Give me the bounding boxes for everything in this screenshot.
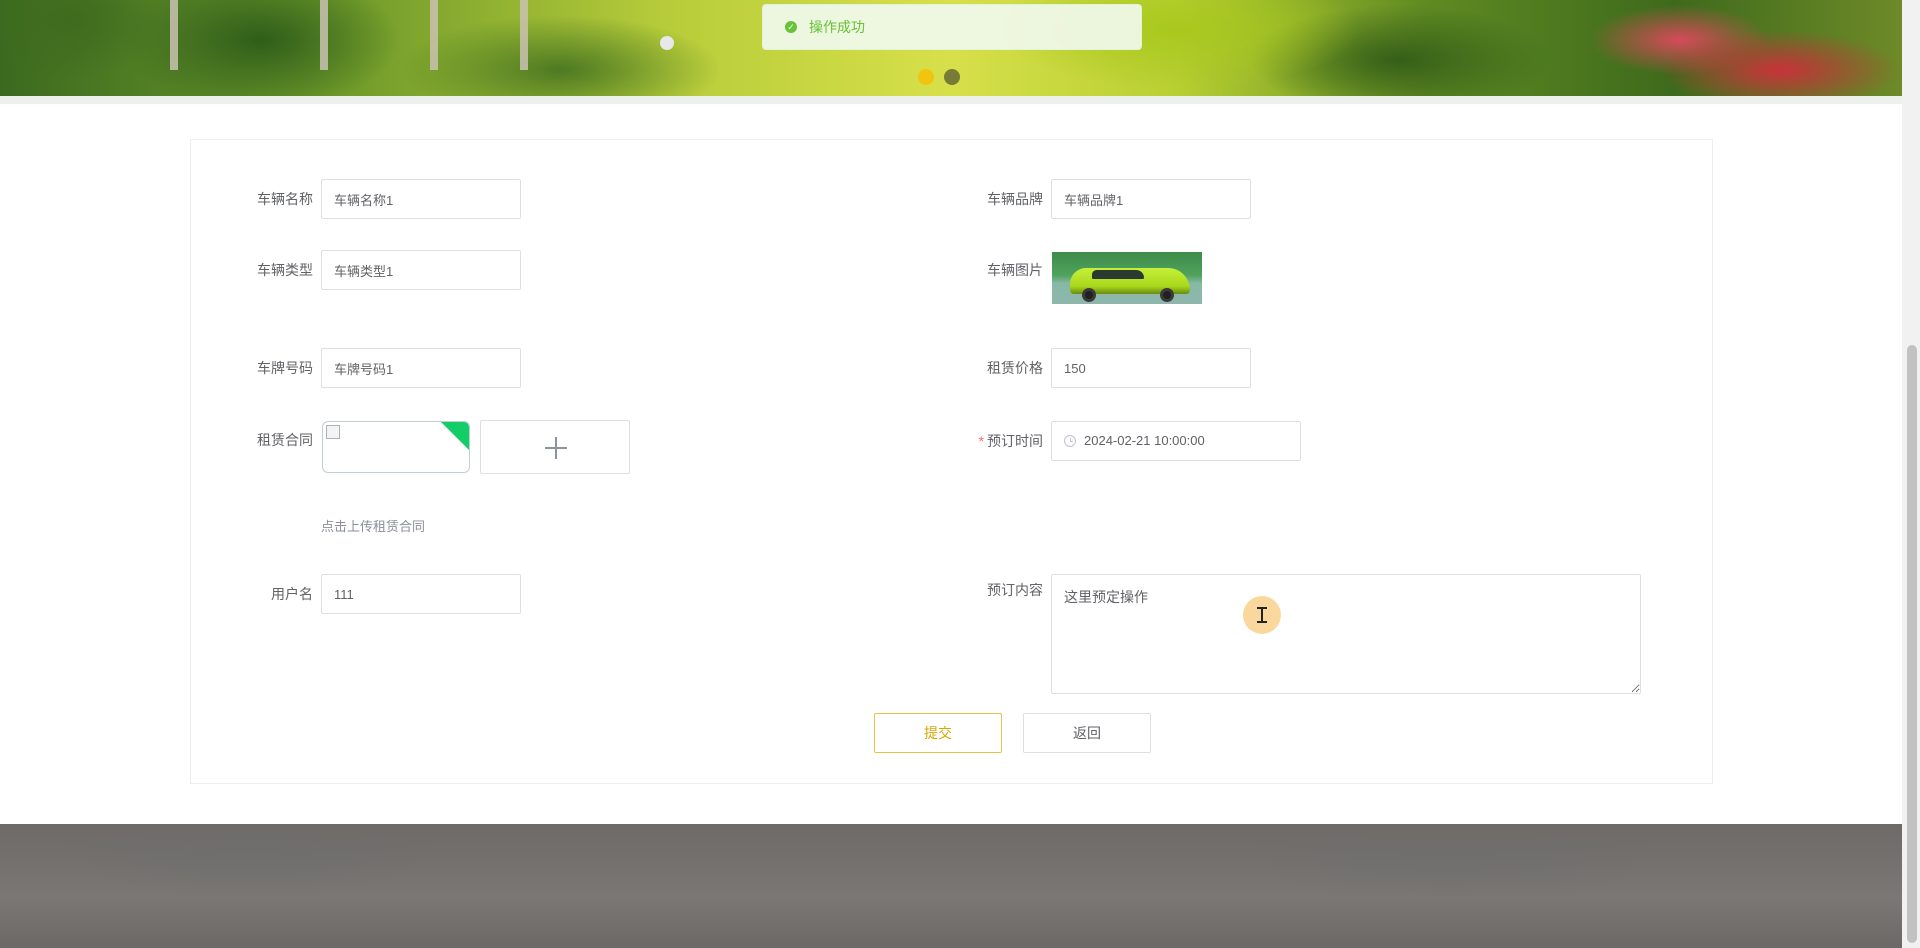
- vehicle-image-label: 车辆图片: [987, 262, 1043, 278]
- plate-number-input[interactable]: [321, 348, 521, 388]
- vehicle-brand-input[interactable]: [1051, 179, 1251, 219]
- plus-icon: [545, 437, 567, 459]
- upload-contract-button[interactable]: [480, 420, 630, 474]
- banner-tree-trunk: [520, 0, 528, 70]
- booking-form: 车辆名称 车辆品牌 车辆类型 车辆图片 车牌号码 租赁价格 租赁合同 *预订时间…: [190, 139, 1713, 784]
- vehicle-name-label: 车辆名称: [257, 191, 313, 207]
- vehicle-name-input[interactable]: [321, 179, 521, 219]
- submit-button[interactable]: 提交: [874, 713, 1002, 753]
- carousel-indicators: [918, 69, 960, 85]
- rental-contract-label: 租赁合同: [257, 432, 313, 448]
- carousel-dot-2[interactable]: [944, 69, 960, 85]
- uploaded-contract-file[interactable]: [322, 421, 470, 473]
- username-input[interactable]: [321, 574, 521, 614]
- back-button[interactable]: 返回: [1023, 713, 1151, 753]
- banner-divider: [0, 96, 1902, 104]
- banner-lamp: [660, 36, 674, 50]
- vehicle-type-input[interactable]: [321, 250, 521, 290]
- broken-image-icon: [326, 425, 340, 439]
- page-scrollbar-thumb[interactable]: [1907, 345, 1917, 943]
- banner-tree-trunk: [320, 0, 328, 70]
- banner-tree-trunk: [430, 0, 438, 70]
- success-toast: ✓ 操作成功: [762, 4, 1142, 50]
- booking-time-picker[interactable]: 2024-02-21 10:00:00: [1051, 421, 1301, 461]
- text-cursor-icon: [1257, 607, 1267, 623]
- car-wheel: [1082, 288, 1096, 302]
- check-circle-icon: ✓: [785, 21, 797, 33]
- car-window: [1092, 270, 1144, 279]
- vehicle-image-thumbnail[interactable]: [1052, 252, 1202, 304]
- clock-icon: [1064, 435, 1076, 447]
- toast-message: 操作成功: [809, 19, 865, 35]
- banner-tree-trunk: [170, 0, 178, 70]
- upload-success-corner-icon: [441, 422, 469, 450]
- booking-content-label: 预订内容: [987, 582, 1043, 598]
- mouse-cursor-highlight: [1243, 596, 1281, 634]
- vehicle-type-label: 车辆类型: [257, 262, 313, 278]
- booking-time-value: 2024-02-21 10:00:00: [1084, 433, 1205, 448]
- upload-contract-tip: 点击上传租赁合同: [321, 519, 426, 534]
- carousel-dot-1[interactable]: [918, 69, 934, 85]
- vehicle-brand-label: 车辆品牌: [987, 191, 1043, 207]
- username-label: 用户名: [271, 586, 313, 602]
- required-mark: *: [978, 433, 984, 449]
- booking-content-textarea[interactable]: 这里预定操作: [1051, 574, 1641, 694]
- plate-number-label: 车牌号码: [257, 360, 313, 376]
- rental-price-label: 租赁价格: [987, 360, 1043, 376]
- rental-price-input[interactable]: [1051, 348, 1251, 388]
- footer-background: [0, 824, 1902, 948]
- booking-time-label: * 预订时间: [921, 421, 1043, 461]
- car-wheel: [1160, 288, 1174, 302]
- booking-time-label-text: 预订时间: [987, 433, 1043, 449]
